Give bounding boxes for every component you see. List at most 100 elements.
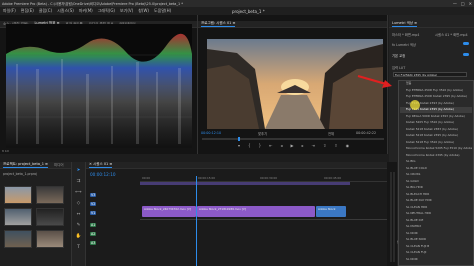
track-header-v3[interactable]: V3	[86, 190, 140, 199]
step-back-icon[interactable]: ⇤	[269, 143, 272, 148]
menu-marker[interactable]: 마커(M)	[79, 8, 93, 14]
lut-option[interactable]: Fuji REALA 500D Kodak 2393 (by Adobe)	[400, 114, 472, 120]
lut-option[interactable]: SL MATRIX	[400, 224, 472, 230]
lut-option[interactable]: SL CLEAN FUJI B	[400, 244, 472, 250]
selection-tool-icon[interactable]: ➤	[77, 168, 81, 173]
track-header-a2[interactable]: A2	[86, 229, 140, 238]
fx-enable-toggle[interactable]	[463, 42, 469, 45]
tab-lumetri-color[interactable]: Lumetri 색상 ≡	[392, 21, 418, 27]
master-clip-label[interactable]: 마스터 * 화면.mp4	[392, 32, 419, 37]
lut-option[interactable]: SL BLEACH HDR	[400, 192, 472, 198]
pen-tool-icon[interactable]: ✎	[77, 223, 81, 228]
menu-sequence[interactable]: 시퀀스(S)	[57, 8, 74, 14]
sequence-clip-label[interactable]: 시퀀스 01 * 화면.mp4	[435, 32, 468, 37]
basic-correction-section[interactable]: 기본 교정	[392, 53, 405, 58]
timeline-clip[interactable]: Adobe Stock_271819189.mov [V]	[197, 206, 315, 217]
track-header-v1[interactable]: V1	[86, 208, 140, 217]
marker-icon[interactable]: ▾	[238, 143, 240, 148]
lut-option[interactable]: SL NEUTRAL HDR	[400, 211, 472, 217]
play-icon[interactable]: ▶	[290, 143, 293, 148]
menu-edit[interactable]: 편집(E)	[21, 8, 34, 14]
project-panel: 프로젝트: project_beta_1 ≡ 미디어 project_beta_…	[0, 162, 72, 266]
lut-option[interactable]: Monochrome Kodak 2395 (by Adobe)	[400, 153, 472, 159]
lut-option[interactable]: SL BLUE COLD	[400, 166, 472, 172]
lut-option[interactable]: 없음	[400, 81, 472, 87]
basic-correction-toggle[interactable]	[463, 53, 469, 56]
timeline-clip[interactable]: Adobe Stock	[316, 206, 346, 217]
menu-clip[interactable]: 클립(C)	[39, 8, 52, 14]
program-playhead[interactable]	[238, 137, 240, 141]
lut-option[interactable]: Monochrome Kodak 5205 Fuji 3510 (by Adob…	[400, 146, 472, 152]
menu-graphics[interactable]: 그래픽(G)	[98, 8, 115, 14]
zoom-fit-select[interactable]: 맞추기	[258, 131, 267, 136]
lut-option[interactable]: SL NOIR	[400, 231, 472, 237]
maximize-button[interactable]: □	[461, 1, 465, 6]
hand-tool-icon[interactable]: ✋	[76, 234, 82, 239]
ruler-tick-label: 00:00:30:00	[260, 176, 278, 180]
lut-option[interactable]: Fuji ETERNA 250D Fuji 3510 (by Adobe)	[400, 88, 472, 94]
track-header-v2[interactable]: V2	[86, 199, 140, 208]
lut-option[interactable]: SL BLUE NOIR	[400, 237, 472, 243]
frame-forward-icon[interactable]: ▸	[302, 143, 304, 148]
ripple-edit-icon[interactable]: ⟷	[75, 190, 81, 195]
track-header-a3[interactable]: A3	[86, 238, 140, 247]
lift-icon[interactable]: ⇧	[323, 143, 326, 148]
lut-option[interactable]: Kodak 5218 Kodak 2383 (by Adobe)	[400, 127, 472, 133]
window-titlebar: Adobe Premiere Pro (Beta) - C:\사용자\양림\On…	[0, 0, 474, 7]
out-point-icon[interactable]: }	[259, 143, 262, 148]
lut-option[interactable]: SL BIG HDR	[400, 185, 472, 191]
rgb-parade-scope	[6, 24, 192, 148]
program-scrubber[interactable]	[202, 137, 384, 141]
lut-option[interactable]: Kodak 5218 Fuji 3510 (by Adobe)	[400, 140, 472, 146]
lut-option[interactable]: SL BLUE DAY HDR	[400, 198, 472, 204]
timeline-timecode[interactable]: 00:00:12:10	[90, 172, 116, 177]
lut-option[interactable]: SL CROSS	[400, 172, 472, 178]
razor-tool-icon[interactable]: ◇	[77, 201, 80, 206]
ruler-tick-label: 00:00:45:00	[324, 176, 342, 180]
close-button[interactable]: ✕	[469, 1, 472, 6]
tab-media[interactable]: 미디어	[54, 163, 64, 168]
lut-option[interactable]: SL CLEAN FUJI	[400, 250, 472, 256]
media-thumb[interactable]	[36, 208, 64, 226]
media-thumb[interactable]	[4, 208, 32, 226]
lut-option[interactable]: Kodak 5218 Kodak 2395 (by Adobe)	[400, 133, 472, 139]
camera-icon[interactable]: ◉	[346, 143, 350, 148]
timeline-tabbar: ✕ 시퀀스 01 ≡	[86, 162, 387, 169]
menu-window[interactable]: 창(W)	[138, 8, 149, 14]
menu-help[interactable]: 도움말(H)	[154, 8, 171, 14]
type-tool-icon[interactable]: T	[77, 245, 80, 250]
media-thumb[interactable]	[36, 230, 64, 248]
tab-sequence[interactable]: ✕ 시퀀스 01 ≡	[89, 162, 113, 168]
tab-program[interactable]: 프로그램: 시퀀스 01 ≡	[201, 21, 236, 27]
menu-file[interactable]: 파일(F)	[3, 8, 16, 14]
input-lut-select[interactable]: Fuji F125Kdk 2395 (by Adobe)	[393, 72, 467, 77]
lut-option[interactable]: SL BLUE ICE	[400, 218, 472, 224]
lut-option[interactable]: Kodak 5205 Fuji 3510 (by Adobe)	[400, 120, 472, 126]
lut-option[interactable]: SL GOLD	[400, 179, 472, 185]
lut-option[interactable]: SL CLEAN HDR	[400, 205, 472, 211]
minimize-button[interactable]: —	[453, 1, 457, 6]
lut-option[interactable]: SL BIG	[400, 159, 472, 165]
work-area-bar[interactable]	[140, 182, 350, 185]
slip-tool-icon[interactable]: ↔	[77, 212, 81, 217]
timeline-playhead[interactable]	[196, 176, 197, 266]
lut-option[interactable]: SL NOIR	[400, 257, 472, 263]
step-forward-icon[interactable]: ⇥	[312, 143, 315, 148]
tab-project[interactable]: 프로젝트: project_beta_1 ≡	[3, 162, 48, 168]
media-thumb[interactable]	[4, 230, 32, 248]
in-point-icon[interactable]: {	[248, 143, 251, 148]
timeline-clip[interactable]: Adobe Stock_240734702.mov [V]	[142, 206, 196, 217]
frame-back-icon[interactable]: ◂	[280, 143, 282, 148]
extract-icon[interactable]: ⇪	[334, 143, 337, 148]
tools-panel: ➤ ⇉ ⟷ ◇ ↔ ✎ ✋ T	[72, 162, 86, 266]
menu-view[interactable]: 보기(V)	[120, 8, 133, 14]
program-timecode[interactable]: 00:00:12:10	[201, 131, 221, 135]
track-header-a1[interactable]: A1	[86, 220, 140, 229]
project-name: project_beta_1 *	[232, 8, 265, 14]
track-select-icon[interactable]: ⇉	[77, 179, 81, 184]
media-thumb[interactable]	[36, 186, 64, 204]
media-thumb[interactable]	[4, 186, 32, 204]
playback-quality-select[interactable]: 전체	[328, 131, 334, 136]
lumetri-fx-label[interactable]: fx Lumetri 색상	[392, 42, 416, 47]
lut-option[interactable]: Fuji ETERNA 250D Kodak 2395 (by Adobe)	[400, 94, 472, 100]
